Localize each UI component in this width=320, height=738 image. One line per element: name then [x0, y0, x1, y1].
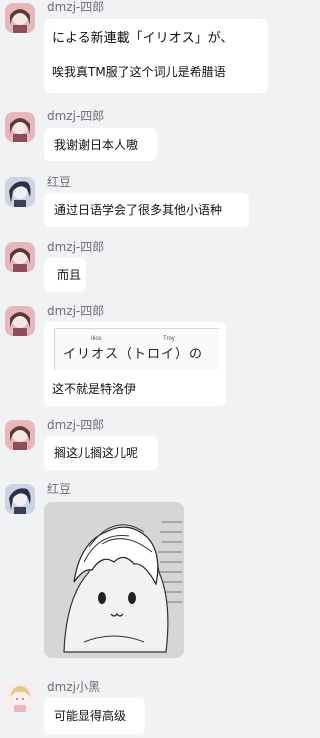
sender-name: dmzj-四郎 [47, 109, 105, 123]
user-avatar[interactable] [5, 420, 35, 450]
message-bubble[interactable]: 通过日语学会了很多其他小语种 [44, 193, 249, 227]
message-bubble[interactable]: による新連載「イリオス」が、 唉我真TM服了这个词儿是希腊语 [44, 19, 268, 93]
user-avatar[interactable] [5, 112, 35, 142]
user-avatar[interactable] [5, 242, 35, 272]
sender-name: 红豆 [47, 482, 72, 496]
label-ilios: Ilios [91, 336, 102, 342]
sender-name: dmzj-四郎 [47, 0, 105, 14]
message-text: 而且 [57, 268, 82, 282]
message-bubble[interactable]: Ilios Troy イリオス（トロイ）の 这不就是特洛伊 [44, 322, 226, 406]
user-avatar[interactable] [5, 306, 35, 336]
message-text: 这不就是特洛伊 [52, 382, 137, 396]
message-text: 我谢谢日本人嗷 [54, 138, 139, 152]
message-bubble[interactable]: 搁这儿搁这儿呢 [44, 436, 158, 470]
sender-name: 红豆 [47, 175, 72, 189]
message-text: 通过日语学会了很多其他小语种 [54, 203, 223, 217]
label-troy: Troy [163, 336, 175, 342]
user-avatar[interactable] [5, 484, 35, 514]
message-bubble[interactable]: 可能显得高级 [44, 698, 145, 734]
katakana-text: イリオス（トロイ）の [63, 347, 204, 362]
message-bubble[interactable]: 我谢谢日本人嗷 [44, 128, 157, 161]
sender-name: dmzj-四郎 [47, 418, 105, 432]
user-avatar[interactable] [5, 177, 35, 207]
message-text: 搁这儿搁这儿呢 [54, 446, 139, 460]
message-text: 可能显得高级 [54, 709, 127, 723]
anime-sticker-image[interactable] [44, 502, 184, 658]
sender-name: dmzj-四郎 [47, 240, 105, 254]
quoted-text: による新連載「イリオス」が、 [52, 31, 234, 46]
sender-name: dmzj小黑 [47, 680, 100, 694]
message-text: 唉我真TM服了这个词儿是希腊语 [52, 65, 226, 79]
user-avatar[interactable] [5, 3, 35, 33]
quoted-image: Ilios Troy イリオス（トロイ）の [54, 328, 219, 370]
message-bubble[interactable]: 而且 [44, 258, 86, 292]
user-avatar[interactable] [5, 682, 35, 712]
sender-name: dmzj-四郎 [47, 304, 105, 318]
